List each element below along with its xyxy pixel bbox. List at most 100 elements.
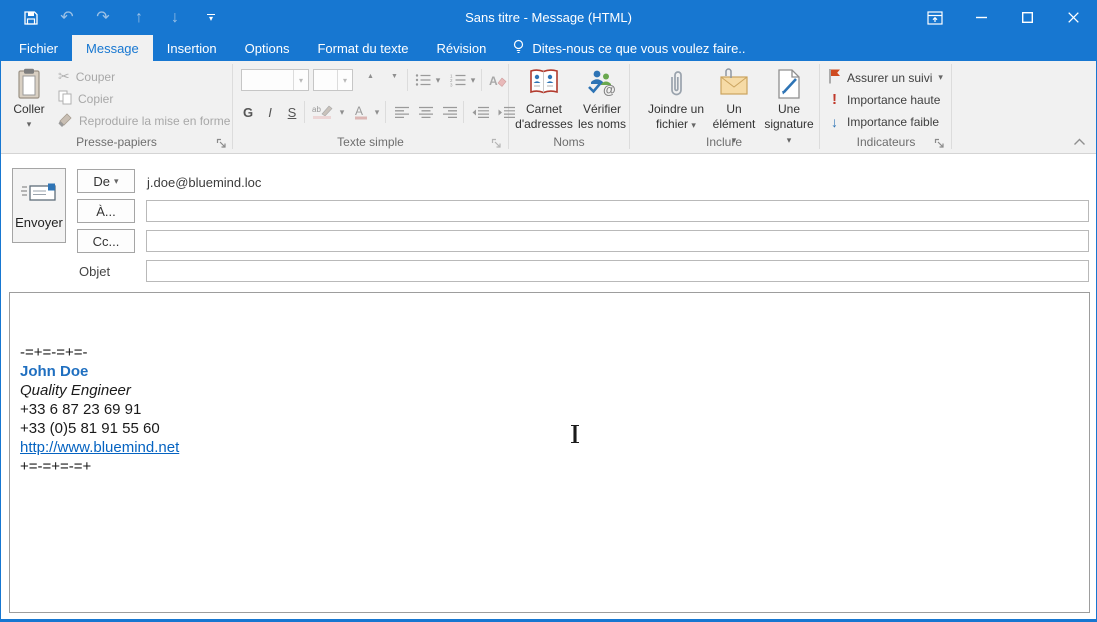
font-name-combobox[interactable]: ▾ bbox=[241, 69, 309, 91]
cut-button[interactable]: ✂ Couper bbox=[58, 68, 115, 85]
maximize-button[interactable] bbox=[1004, 0, 1050, 35]
tab-options[interactable]: Options bbox=[231, 35, 304, 61]
tab-fichier[interactable]: Fichier bbox=[5, 35, 72, 61]
send-button[interactable]: Envoyer bbox=[12, 168, 66, 243]
to-label: À... bbox=[96, 204, 116, 219]
ribbon-display-options-icon[interactable] bbox=[912, 0, 958, 35]
format-painter-icon bbox=[58, 112, 73, 130]
previous-item-icon[interactable]: ↑ bbox=[129, 8, 149, 28]
clear-formatting-button[interactable]: A bbox=[487, 69, 509, 91]
close-button[interactable] bbox=[1050, 0, 1096, 35]
attach-file-dropdown-icon: ▾ bbox=[691, 120, 696, 130]
collapse-ribbon-icon[interactable] bbox=[1073, 133, 1086, 151]
redo-icon[interactable]: ↷ bbox=[93, 8, 113, 28]
svg-text:A: A bbox=[489, 74, 498, 88]
basic-text-dialog-launcher-icon[interactable] bbox=[491, 136, 503, 148]
to-input[interactable] bbox=[146, 200, 1089, 222]
svg-text:A: A bbox=[355, 104, 363, 118]
font-size-dropdown-icon: ▾ bbox=[337, 70, 352, 90]
signature-role: Quality Engineer bbox=[20, 381, 1089, 400]
decrease-indent-button[interactable] bbox=[469, 101, 493, 123]
address-book-label-line1: Carnet bbox=[526, 102, 562, 117]
copy-button[interactable]: Copier bbox=[58, 90, 113, 108]
copy-label: Copier bbox=[78, 92, 113, 106]
align-center-button[interactable] bbox=[415, 101, 437, 123]
quick-access-toolbar: ↶ ↷ ↑ ↓ ▾ bbox=[1, 8, 221, 28]
align-right-button[interactable] bbox=[439, 101, 461, 123]
tell-me-box[interactable]: Dites-nous ce que vous voulez faire.. bbox=[500, 35, 757, 61]
toolbar-separator bbox=[304, 101, 305, 123]
message-body-editor[interactable]: -=+=-=+=- John Doe Quality Engineer +33 … bbox=[9, 292, 1090, 613]
tab-format-du-texte[interactable]: Format du texte bbox=[303, 35, 422, 61]
italic-button[interactable]: I bbox=[261, 101, 279, 123]
group-separator bbox=[951, 64, 952, 149]
attach-file-label-line2: fichier ▾ bbox=[656, 117, 696, 133]
format-painter-label: Reproduire la mise en forme bbox=[79, 114, 230, 128]
signature-separator-top: -=+=-=+=- bbox=[20, 343, 1089, 362]
next-item-icon[interactable]: ↓ bbox=[165, 8, 185, 28]
cut-label: Couper bbox=[76, 70, 115, 84]
clipboard-dialog-launcher-icon[interactable] bbox=[216, 136, 228, 148]
attach-item-label-line1: Un bbox=[726, 102, 741, 117]
envelope-paperclip-icon bbox=[718, 68, 750, 102]
signature-page-pen-icon bbox=[775, 68, 803, 102]
highlight-dropdown-icon[interactable]: ▾ bbox=[337, 101, 347, 123]
text-highlight-button[interactable]: ab bbox=[310, 101, 336, 123]
scissors-icon: ✂ bbox=[58, 68, 70, 85]
subject-label: Objet bbox=[79, 264, 110, 279]
flag-icon bbox=[828, 68, 841, 87]
font-name-value bbox=[242, 70, 293, 90]
paste-dropdown-icon[interactable]: ▾ bbox=[27, 117, 32, 132]
from-dropdown-icon: ▾ bbox=[114, 176, 119, 187]
from-value: j.doe@bluemind.loc bbox=[147, 175, 261, 190]
low-importance-label: Importance faible bbox=[847, 115, 939, 129]
follow-up-button[interactable]: Assurer un suivi ▾ bbox=[828, 68, 943, 87]
to-button[interactable]: À... bbox=[77, 199, 135, 223]
bullets-dropdown-icon[interactable]: ▾ bbox=[433, 69, 443, 91]
shrink-font-button[interactable]: ▼ bbox=[383, 69, 405, 91]
highlight-ab: ab bbox=[312, 105, 321, 114]
font-color-dropdown-icon[interactable]: ▾ bbox=[372, 101, 382, 123]
font-color-button[interactable]: A bbox=[351, 101, 371, 123]
follow-up-dropdown-icon[interactable]: ▾ bbox=[938, 72, 943, 83]
customize-qat-icon[interactable]: ▾ bbox=[201, 8, 221, 28]
cc-input[interactable] bbox=[146, 230, 1089, 252]
low-importance-icon: ↓ bbox=[828, 114, 841, 130]
group-separator bbox=[819, 64, 820, 149]
toolbar-separator bbox=[481, 69, 482, 91]
message-header-form: Envoyer De ▾ j.doe@bluemind.loc À... Cc.… bbox=[1, 155, 1096, 292]
ribbon-tab-row: Fichier Message Insertion Options Format… bbox=[1, 35, 1096, 61]
follow-up-label: Assurer un suivi bbox=[847, 71, 932, 85]
include-group-label: Inclure bbox=[629, 135, 819, 149]
tab-message[interactable]: Message bbox=[72, 35, 153, 61]
outlook-compose-window: ↶ ↷ ↑ ↓ ▾ Sans titre - Message (HTML) Fi… bbox=[0, 0, 1097, 622]
underline-button[interactable]: S bbox=[283, 101, 301, 123]
font-size-combobox[interactable]: ▾ bbox=[313, 69, 353, 91]
align-left-button[interactable] bbox=[391, 101, 413, 123]
minimize-button[interactable] bbox=[958, 0, 1004, 35]
text-cursor-pointer bbox=[569, 424, 581, 449]
tags-dialog-launcher-icon[interactable] bbox=[934, 136, 946, 148]
signature-website-link[interactable]: http://www.bluemind.net bbox=[20, 439, 179, 456]
lightbulb-icon bbox=[512, 39, 525, 58]
check-names-label-line2: les noms bbox=[578, 117, 626, 132]
format-painter-button[interactable]: Reproduire la mise en forme bbox=[58, 112, 230, 130]
toolbar-separator bbox=[407, 69, 408, 91]
cc-button[interactable]: Cc... bbox=[77, 229, 135, 253]
address-book-icon bbox=[528, 68, 560, 102]
tab-revision[interactable]: Révision bbox=[423, 35, 501, 61]
font-size-value bbox=[314, 70, 337, 90]
numbering-dropdown-icon[interactable]: ▾ bbox=[468, 69, 478, 91]
low-importance-button[interactable]: ↓ Importance faible bbox=[828, 114, 939, 130]
bold-button[interactable]: G bbox=[239, 101, 257, 123]
grow-font-button[interactable]: ▲ bbox=[359, 69, 381, 91]
bullets-button[interactable] bbox=[413, 69, 433, 91]
save-icon[interactable] bbox=[21, 8, 41, 28]
undo-icon[interactable]: ↶ bbox=[57, 8, 77, 28]
signature-separator-bottom: +=-=+=-=+ bbox=[20, 457, 1089, 476]
from-button[interactable]: De ▾ bbox=[77, 169, 135, 193]
subject-input[interactable] bbox=[146, 260, 1089, 282]
numbering-button[interactable]: 123 bbox=[448, 69, 468, 91]
tab-insertion[interactable]: Insertion bbox=[153, 35, 231, 61]
high-importance-button[interactable]: ! Importance haute bbox=[828, 91, 940, 108]
